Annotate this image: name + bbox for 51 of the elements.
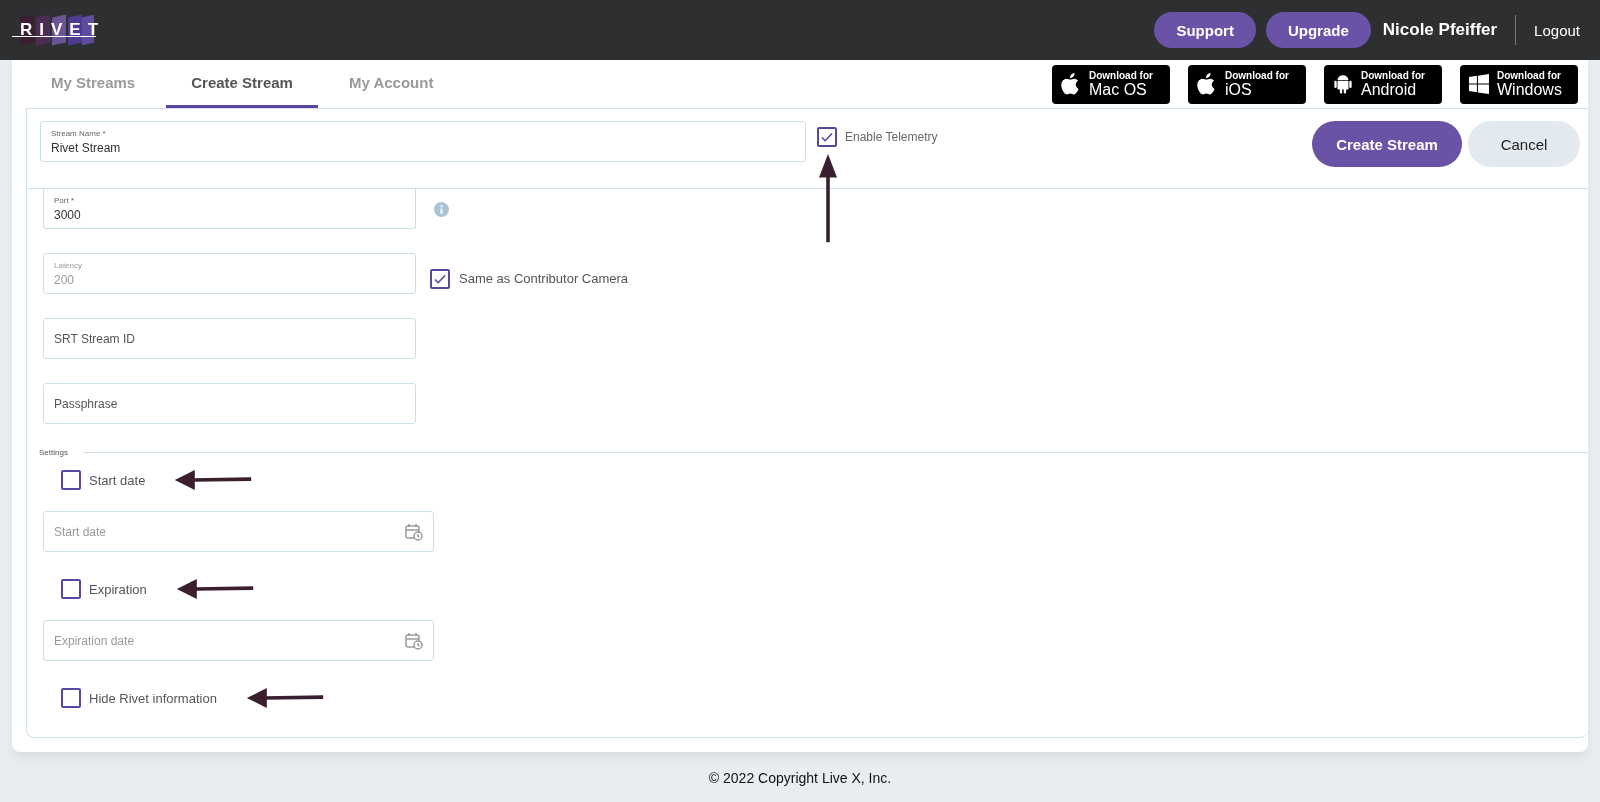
header-button[interactable]: Support xyxy=(1154,12,1256,48)
checkbox[interactable] xyxy=(61,579,81,599)
checkbox[interactable] xyxy=(817,127,837,147)
android-icon xyxy=(1333,73,1353,95)
platform-name: Android xyxy=(1361,81,1418,98)
rivet-logo[interactable]: RIVET xyxy=(12,14,96,46)
calendar-clock-icon[interactable] xyxy=(405,522,423,541)
input-field[interactable]: SRT Stream ID xyxy=(43,318,416,359)
platform-name: Mac OS xyxy=(1089,81,1148,98)
nav-tab[interactable]: Create Stream xyxy=(166,60,318,108)
field-label: Port * xyxy=(54,195,75,205)
field-placeholder: Start date xyxy=(54,524,107,539)
field-value: 200 xyxy=(54,272,76,287)
field-placeholder: SRT Stream ID xyxy=(54,331,136,346)
input-field[interactable]: Passphrase xyxy=(43,383,416,424)
input-field[interactable]: Port * 3000 xyxy=(43,189,416,229)
download-caption: Download for xyxy=(1225,70,1289,81)
download-badge[interactable]: Download for Windows xyxy=(1460,64,1578,104)
user-name[interactable]: Nicole Pfeiffer xyxy=(1382,20,1498,40)
apple-icon xyxy=(1061,73,1081,95)
field-label: Stream Name * xyxy=(51,128,107,138)
action-button[interactable]: Create Stream xyxy=(1312,121,1462,167)
download-badge[interactable]: Download for iOS xyxy=(1188,64,1306,104)
field-value: 3000 xyxy=(54,207,82,222)
download-badge[interactable]: Download for Android xyxy=(1324,64,1442,104)
checkbox-label: Same as Contributor Camera xyxy=(459,271,629,286)
stream-name-field[interactable]: Stream Name * Rivet Stream xyxy=(40,121,806,162)
field-value: Rivet Stream xyxy=(51,140,122,155)
download-badge[interactable]: Download for Mac OS xyxy=(1052,64,1170,104)
logout-link[interactable]: Logout xyxy=(1534,21,1580,39)
field-label: Latency xyxy=(54,260,84,270)
copyright-text: © 2022 Copyright Live X, Inc. xyxy=(708,770,892,786)
header-button[interactable]: Upgrade xyxy=(1265,12,1371,48)
apple-icon xyxy=(1197,73,1217,95)
checkbox-label: Start date xyxy=(89,472,146,488)
field-placeholder: Passphrase xyxy=(54,396,119,411)
checkbox[interactable] xyxy=(61,470,81,490)
platform-name: Windows xyxy=(1497,81,1562,98)
checkbox-label: Enable Telemetry xyxy=(845,130,938,144)
section-legend: Settings xyxy=(39,448,68,457)
download-caption: Download for xyxy=(1089,70,1153,81)
checkbox-label: Hide Rivet information xyxy=(89,690,217,706)
checkbox-label: Expiration xyxy=(89,581,147,597)
platform-name: iOS xyxy=(1225,81,1253,98)
download-caption: Download for xyxy=(1361,70,1425,81)
field-placeholder: Expiration date xyxy=(54,633,135,648)
checkbox[interactable] xyxy=(61,688,81,708)
windows-icon xyxy=(1469,73,1489,95)
action-button[interactable]: Cancel xyxy=(1468,121,1580,167)
download-caption: Download for xyxy=(1497,70,1562,81)
calendar-clock-icon[interactable] xyxy=(405,631,423,650)
